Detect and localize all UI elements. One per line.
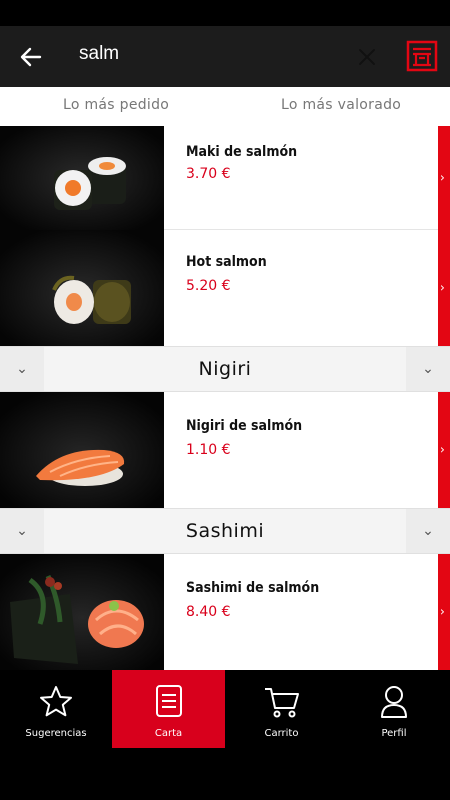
nav-cart[interactable]: Carrito xyxy=(225,670,338,748)
product-image-sashimi xyxy=(0,554,164,670)
status-bar xyxy=(0,0,450,26)
chevron-down-icon[interactable]: ⌄ xyxy=(406,347,450,391)
tab-bar: Lo más pedido Lo más valorado xyxy=(0,87,450,126)
category-header-sashimi[interactable]: ⌄ Sashimi ⌄ xyxy=(0,508,450,554)
chevron-right-icon: › xyxy=(440,170,445,185)
category-header-nigiri[interactable]: ⌄ Nigiri ⌄ xyxy=(0,346,450,392)
search-bar: salm xyxy=(0,26,450,87)
close-icon[interactable] xyxy=(355,45,379,69)
product-image-nigiri xyxy=(0,392,164,508)
cart-icon xyxy=(264,688,299,718)
item-arrow-button[interactable]: › xyxy=(438,126,450,230)
star-icon xyxy=(40,686,72,717)
product-image-hot-salmon xyxy=(0,230,164,346)
product-name: Sashimi de salmón xyxy=(186,580,320,596)
nav-label: Carrito xyxy=(264,728,299,739)
product-name: Maki de salmón xyxy=(186,144,298,160)
menu-icon xyxy=(155,685,182,717)
item-arrow-button[interactable]: › xyxy=(438,230,450,346)
nav-label: Sugerencias xyxy=(25,728,87,739)
profile-icon xyxy=(381,686,407,718)
nav-label: Perfil xyxy=(381,728,407,739)
tab-top-rated[interactable]: Lo más valorado xyxy=(281,97,401,113)
bottom-navigation: Sugerencias Carta Carrito Perfil xyxy=(0,670,450,748)
chevron-right-icon: › xyxy=(440,604,445,619)
product-image-maki xyxy=(0,126,164,230)
product-price: 3.70 € xyxy=(186,166,231,182)
nav-suggestions[interactable]: Sugerencias xyxy=(0,670,112,748)
item-arrow-button[interactable]: › xyxy=(438,392,450,508)
back-arrow-icon[interactable] xyxy=(18,44,44,70)
nav-label: Carta xyxy=(154,728,183,739)
product-list: Maki de salmón 3.70 € › Hot salmon 5.20 … xyxy=(0,126,450,670)
category-title: Sashimi xyxy=(185,520,265,542)
list-item[interactable]: Nigiri de salmón 1.10 € › xyxy=(0,392,450,508)
chevron-right-icon: › xyxy=(440,442,445,457)
product-price: 1.10 € xyxy=(186,442,231,458)
product-price: 8.40 € xyxy=(186,604,231,620)
brand-logo-icon xyxy=(406,40,438,72)
nav-profile[interactable]: Perfil xyxy=(338,670,450,748)
nav-menu[interactable]: Carta xyxy=(112,670,225,748)
category-title: Nigiri xyxy=(198,358,252,380)
item-arrow-button[interactable]: › xyxy=(438,554,450,670)
tab-most-ordered[interactable]: Lo más pedido xyxy=(63,97,169,113)
list-item[interactable]: Sashimi de salmón 8.40 € › xyxy=(0,554,450,670)
list-item[interactable]: Maki de salmón 3.70 € › xyxy=(0,126,450,230)
product-price: 5.20 € xyxy=(186,278,231,294)
list-item[interactable]: Hot salmon 5.20 € › xyxy=(0,230,450,346)
chevron-right-icon: › xyxy=(440,280,445,295)
product-name: Hot salmon xyxy=(186,254,267,270)
chevron-down-icon[interactable]: ⌄ xyxy=(406,509,450,553)
search-input[interactable]: salm xyxy=(79,43,119,65)
product-name: Nigiri de salmón xyxy=(186,418,303,434)
